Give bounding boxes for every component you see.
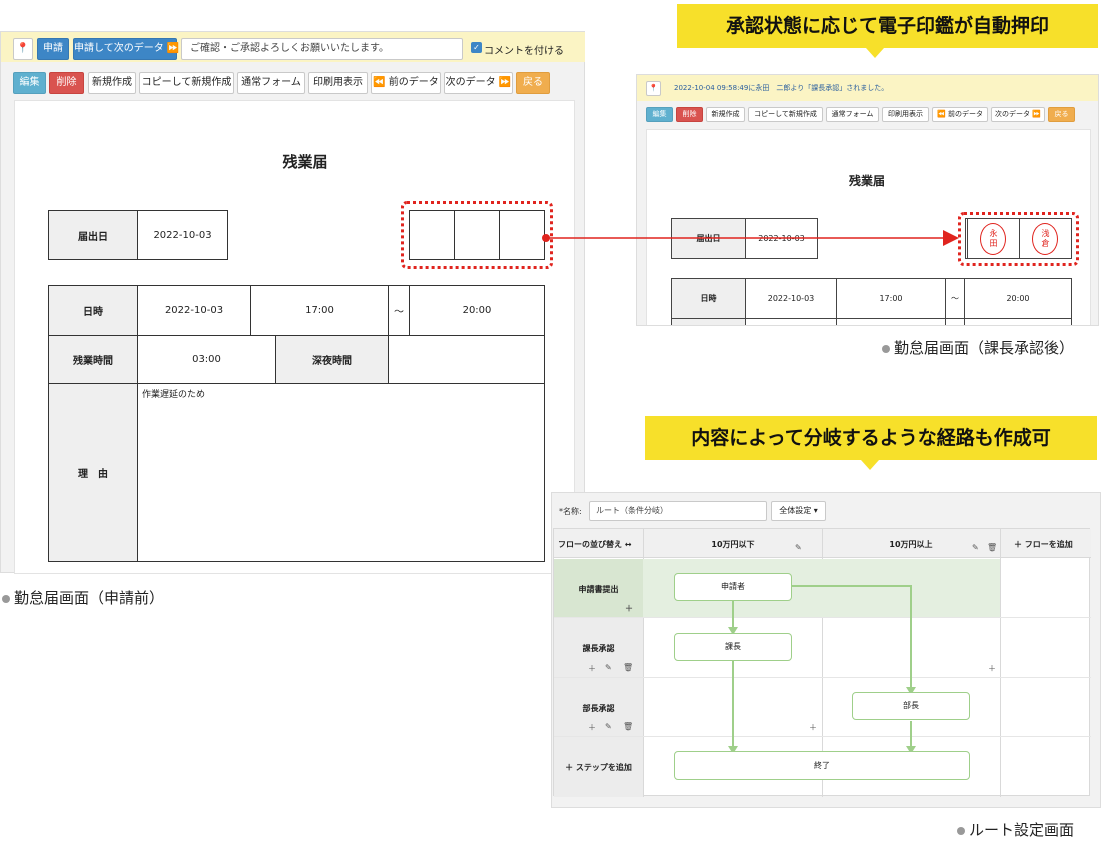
- bullet-icon: [882, 344, 890, 353]
- datetime-label: 日時: [671, 278, 746, 319]
- bullet-icon: [957, 826, 965, 835]
- flow-node-applicant[interactable]: 申請者: [674, 573, 792, 601]
- overtime-table: 日時 2022-10-03 17:00 〜 20:00 残業時間 03:00 深…: [48, 285, 545, 562]
- date-value: 2022-10-03: [745, 278, 837, 319]
- location-pin-button[interactable]: 📍: [646, 81, 661, 96]
- route-frame: *名称: ルート（条件分岐） 全体設定 ▾ フローの並び替え ↔ 10万円以下 …: [551, 492, 1101, 808]
- screen2-frame: 📍 2022-10-04 09:58:49に永田 二郎より「課長承認」されました…: [636, 74, 1099, 326]
- submit-date-label: 届出日: [48, 210, 138, 260]
- screen2-caption: 勤怠届画面（課長承認後）: [882, 337, 1074, 358]
- form-title: 残業届: [282, 153, 328, 171]
- flow-node-label: 部長: [903, 701, 919, 710]
- overtime-table: 日時 2022-10-03 17:00 〜 20:00: [671, 278, 1072, 325]
- reason-value: 作業遅延のため: [137, 383, 545, 562]
- end-time-value: 20:00: [409, 285, 545, 336]
- stamp-callout: 承認状態に応じて電子印鑑が自動押印: [677, 4, 1098, 48]
- date-value: 2022-10-03: [137, 285, 251, 336]
- submit-date-table: 届出日 2022-10-03: [48, 210, 228, 260]
- apply-button[interactable]: 申請: [37, 38, 69, 60]
- comment-input[interactable]: ご確認・ご承認よろしくお願いいたします。: [181, 38, 463, 60]
- add-flow-button[interactable]: ＋ フローを追加: [1014, 539, 1073, 550]
- tilde: 〜: [388, 285, 410, 336]
- empty-cell: [671, 318, 746, 325]
- edit-button[interactable]: 編集: [13, 72, 46, 94]
- back-button[interactable]: 戻る: [1048, 107, 1075, 122]
- route-caption: ルート設定画面: [957, 819, 1074, 840]
- reason-label: 理 由: [48, 383, 138, 562]
- location-pin-icon: 📍: [649, 84, 658, 92]
- delete-button[interactable]: 削除: [49, 72, 84, 94]
- flow-node-section-chief[interactable]: 課長: [674, 633, 792, 661]
- location-pin-icon: 📍: [16, 43, 30, 54]
- stamp-highlight-dotted: [401, 201, 553, 269]
- print-view-button[interactable]: 印刷用表示: [882, 107, 929, 122]
- arrow-head: [943, 230, 959, 246]
- screen1-frame: 📍 申請 申請して次のデータ ⏩ ご確認・ご承認よろしくお願いいたします。 ✓ …: [0, 31, 585, 574]
- apply-next-button[interactable]: 申請して次のデータ ⏩: [73, 38, 179, 60]
- route-name-input[interactable]: ルート（条件分岐）: [589, 501, 767, 521]
- col-divider: [1000, 529, 1001, 797]
- next-data-button[interactable]: 次のデータ ⏩: [991, 107, 1045, 122]
- global-settings-button[interactable]: 全体設定 ▾: [771, 501, 826, 521]
- route-callout: 内容によって分岐するような経路も作成可: [645, 416, 1097, 460]
- flow-node-dept-head[interactable]: 部長: [852, 692, 970, 720]
- copy-new-button[interactable]: コピーして新規作成: [748, 107, 823, 122]
- flow-node-label: 終了: [814, 761, 830, 770]
- late-night-value: [388, 335, 545, 384]
- start-time-value: 17:00: [836, 278, 946, 319]
- flow-node-label: 課長: [725, 642, 741, 651]
- form-title: 残業届: [848, 174, 885, 188]
- overtime-value: 03:00: [137, 335, 276, 384]
- tilde: 〜: [945, 278, 965, 319]
- comment-checkbox[interactable]: ✓: [471, 42, 482, 53]
- connector: [792, 585, 912, 689]
- empty-cell: [836, 318, 946, 325]
- comment-checkbox-label: コメントを付ける: [484, 46, 564, 57]
- copy-new-button[interactable]: コピーして新規作成: [139, 72, 234, 94]
- normal-form-button[interactable]: 通常フォーム: [237, 72, 305, 94]
- flow-node-label: 申請者: [721, 582, 745, 591]
- route-caption-text: ルート設定画面: [969, 821, 1075, 839]
- screen1-caption: 勤怠届画面（申請前）: [2, 587, 164, 608]
- screen1-form-panel: 残業届 届出日 2022-10-03 日時 2022-10-03 17:00 〜…: [14, 100, 575, 574]
- back-button[interactable]: 戻る: [516, 72, 550, 94]
- screen1-caption-text: 勤怠届画面（申請前）: [14, 589, 165, 607]
- prev-data-button[interactable]: ⏪ 前のデータ: [371, 72, 441, 94]
- new-button[interactable]: 新規作成: [88, 72, 136, 94]
- route-name-label: *名称:: [559, 507, 582, 516]
- bullet-icon: [2, 594, 10, 603]
- empty-cell: [945, 318, 965, 325]
- approval-notice: 2022-10-04 09:58:49に永田 二郎より「課長承認」されました。: [674, 84, 889, 92]
- screen2-caption-text: 勤怠届画面（課長承認後）: [894, 339, 1075, 357]
- prev-data-button[interactable]: ⏪ 前のデータ: [932, 107, 988, 122]
- stamp-callout-pointer: [866, 48, 884, 58]
- new-button[interactable]: 新規作成: [706, 107, 745, 122]
- delete-button[interactable]: 削除: [676, 107, 703, 122]
- submit-date-value: 2022-10-03: [137, 210, 228, 260]
- route-grid: フローの並び替え ↔ 10万円以下 ✎ 10万円以上 ✎ 🗑 ＋ フローを追加 …: [553, 528, 1091, 797]
- empty-cell: [745, 318, 837, 325]
- flow-node-end[interactable]: 終了: [674, 751, 970, 780]
- late-night-label: 深夜時間: [275, 335, 389, 384]
- stamp-arrow: [542, 230, 959, 246]
- datetime-label: 日時: [48, 285, 138, 336]
- location-pin-button[interactable]: 📍: [13, 38, 33, 60]
- edit-button[interactable]: 編集: [646, 107, 673, 122]
- print-view-button[interactable]: 印刷用表示: [308, 72, 368, 94]
- overtime-label: 残業時間: [48, 335, 138, 384]
- route-callout-text: 内容によって分岐するような経路も作成可: [691, 427, 1051, 449]
- end-time-value: 20:00: [964, 278, 1072, 319]
- empty-cell: [964, 318, 1072, 325]
- normal-form-button[interactable]: 通常フォーム: [826, 107, 879, 122]
- stamp-callout-text: 承認状態に応じて電子印鑑が自動押印: [725, 15, 1049, 37]
- stamp-highlight-dotted: [958, 212, 1079, 266]
- route-callout-pointer: [861, 460, 879, 470]
- start-time-value: 17:00: [250, 285, 389, 336]
- next-data-button[interactable]: 次のデータ ⏩: [444, 72, 513, 94]
